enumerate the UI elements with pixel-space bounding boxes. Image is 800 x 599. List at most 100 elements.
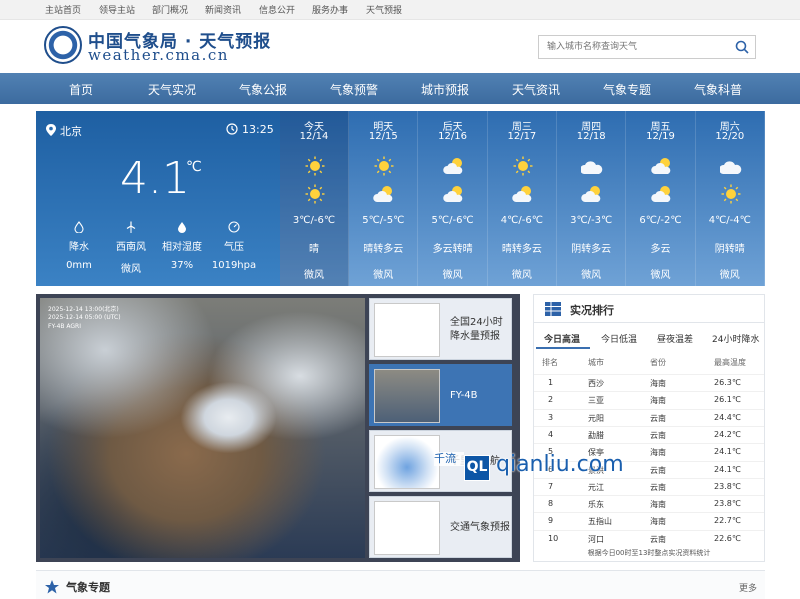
nav-item-home[interactable]: 首页 — [69, 81, 93, 98]
search-box — [538, 35, 756, 59]
metric-value: 0mm — [66, 260, 92, 271]
satellite-image[interactable]: 2025-12-14 13:00(北京) 2025-12-14 05:00 (U… — [40, 298, 365, 558]
metric-value: 1019hpa — [211, 260, 257, 271]
topbar-link-services[interactable]: 服务办事 — [312, 3, 348, 16]
tab-day-night-diff[interactable]: 昼夜温差 — [657, 332, 693, 345]
topbar-link-departments[interactable]: 部门概况 — [152, 3, 188, 16]
rank-number: 1 — [548, 378, 554, 387]
forecast-day-6[interactable]: 周五 12/19 6℃/-2℃ 多云 微风 — [627, 111, 696, 286]
forecast-date: 12/17 — [507, 131, 537, 142]
forecast-day-1[interactable]: 今天 12/14 3℃/-6℃ 晴微风 — [280, 111, 349, 286]
forecast-day-4[interactable]: 周三 12/17 4℃/-6℃ 晴转多云 微风 — [488, 111, 557, 286]
table-row[interactable]: 8 乐东 海南 23.8℃ — [534, 495, 764, 512]
watermark-text: qianliu.com — [496, 452, 624, 477]
forecast-temp-range: 3℃/-3℃ — [570, 215, 613, 226]
forecast-description: 晴转多云 — [363, 244, 404, 255]
forecast-description: 多云转晴 — [432, 244, 473, 255]
rank-number: 4 — [548, 429, 554, 439]
wind-turbine-icon — [126, 221, 136, 233]
metric-value: 37% — [170, 260, 194, 271]
nav-item-city-forecast[interactable]: 城市预报 — [421, 81, 469, 98]
nav-item-bulletin[interactable]: 气象公报 — [239, 81, 287, 98]
forecast-day-7[interactable]: 周六 12/20 4℃/-4℃ 阴转晴 微风 — [696, 111, 765, 286]
forecast-wind: 微风 — [511, 270, 532, 281]
forecast-date: 12/15 — [368, 131, 398, 142]
tab-today-low[interactable]: 今日低温 — [601, 332, 637, 345]
active-tab-indicator — [536, 347, 590, 349]
table-row[interactable]: 9 五指山 海南 22.7℃ — [534, 512, 764, 529]
forecast-day-5[interactable]: 周四 12/18 3℃/-3℃ 阴转多云 微风 — [557, 111, 627, 286]
forecast-wind: 微风 — [581, 270, 602, 281]
ranking-title: 实况排行 — [570, 304, 614, 317]
nav-item-science[interactable]: 气象科普 — [694, 81, 742, 98]
forecast-wind: 微风 — [650, 270, 671, 281]
nav-item-news[interactable]: 天气资讯 — [512, 81, 560, 98]
topbar-link-forecast[interactable]: 天气预报 — [366, 3, 402, 16]
forecast-date: 12/18 — [576, 131, 606, 142]
forecast-temp-range: 3℃/-6℃ — [292, 215, 336, 226]
rank-city: 元江 — [588, 482, 604, 492]
forecast-wind: 微风 — [304, 270, 324, 281]
search-icon[interactable] — [735, 40, 749, 54]
cma-logo-icon[interactable] — [44, 26, 82, 64]
top-utility-bar: 主站首页 领导主站 部门概况 新闻资讯 信息公开 服务办事 天气预报 — [0, 0, 800, 20]
nav-item-live[interactable]: 天气实况 — [148, 81, 196, 98]
sun-icon — [513, 156, 533, 176]
forecast-day-3[interactable]: 后天 12/16 5℃/-6℃ 多云转晴 微风 — [419, 111, 488, 286]
pressure-gauge-icon — [228, 221, 240, 233]
rank-city: 乐东 — [588, 500, 604, 510]
more-link[interactable]: 更多 — [739, 581, 757, 594]
topbar-link-home[interactable]: 主站首页 — [45, 3, 81, 16]
current-weather-panel: 北京 13:25 4.1 ℃ 降水 0mm 西南风 微风 相对湿度 37% 气压… — [36, 111, 280, 286]
forecast-day-2[interactable]: 明天 12/15 5℃/-5℃ 晴转多云 微风 — [349, 111, 419, 286]
partly-cloudy-icon — [442, 186, 462, 202]
col-header-max-temp: 最高温度 — [714, 358, 746, 367]
thumb-label: 交通气象预报 — [450, 522, 510, 533]
map-thumbnail — [374, 303, 440, 357]
table-row[interactable]: 4 勐腊 云南 24.2℃ — [534, 425, 764, 443]
thumb-traffic[interactable]: 交通气象预报 — [369, 496, 512, 558]
main-nav: 首页 天气实况 气象公报 气象预警 城市预报 天气资讯 气象专题 气象科普 — [0, 73, 800, 104]
rank-max-temp: 24.1℃ — [714, 447, 741, 457]
rank-city: 元阳 — [588, 413, 604, 423]
tab-today-high[interactable]: 今日高温 — [544, 332, 580, 345]
rank-number: 2 — [548, 395, 554, 405]
rain-drop-icon — [74, 221, 84, 233]
rank-province: 云南 — [650, 413, 666, 423]
thumb-label: 全国24小时降水量预报 — [450, 317, 503, 342]
col-header-province: 省份 — [650, 358, 666, 367]
location-pin-icon — [46, 124, 56, 136]
rank-city: 三亚 — [588, 396, 604, 406]
forecast-description: 阴转晴 — [714, 244, 745, 255]
rank-province: 海南 — [650, 500, 666, 510]
thumb-precip-forecast[interactable]: 全国24小时降水量预报 — [369, 298, 512, 360]
current-city[interactable]: 北京 — [60, 123, 82, 139]
sun-icon — [721, 184, 741, 204]
topbar-link-leaders[interactable]: 领导主站 — [99, 3, 135, 16]
thumb-fy4b[interactable]: FY-4B — [369, 364, 512, 426]
nav-item-topics[interactable]: 气象专题 — [603, 81, 651, 98]
topbar-link-info[interactable]: 信息公开 — [259, 3, 295, 16]
table-row[interactable]: 7 元江 云南 23.8℃ — [534, 477, 764, 495]
rank-max-temp: 26.1℃ — [714, 395, 741, 405]
topbar-link-news[interactable]: 新闻资讯 — [205, 3, 241, 16]
nav-item-warnings[interactable]: 气象预警 — [330, 81, 378, 98]
rank-province: 海南 — [650, 448, 666, 458]
rank-max-temp: 22.6℃ — [714, 533, 741, 543]
table-row[interactable]: 2 三亚 海南 26.1℃ — [534, 391, 764, 408]
forecast-description: 晴 — [309, 244, 319, 255]
tab-24h-precip[interactable]: 24小时降水 — [712, 332, 759, 345]
table-row[interactable]: 10 河口 云南 22.6℃ — [534, 529, 764, 547]
cloud-icon — [719, 161, 741, 174]
rank-city: 西沙 — [588, 379, 604, 388]
site-title-en[interactable]: weather.cma.cn — [88, 46, 229, 64]
forecast-wind: 微风 — [442, 270, 463, 281]
observation-time: 13:25 — [242, 123, 274, 136]
table-row[interactable]: 3 元阳 云南 24.4℃ — [534, 408, 764, 426]
rank-max-temp: 24.1℃ — [714, 464, 741, 474]
map-thumbnail — [374, 501, 440, 555]
search-input[interactable] — [539, 36, 729, 58]
watermark-logo-text: QL — [466, 459, 488, 475]
table-row[interactable]: 1 西沙 海南 26.3℃ — [534, 374, 764, 391]
watermark-cn-text: 千流 — [434, 452, 464, 467]
